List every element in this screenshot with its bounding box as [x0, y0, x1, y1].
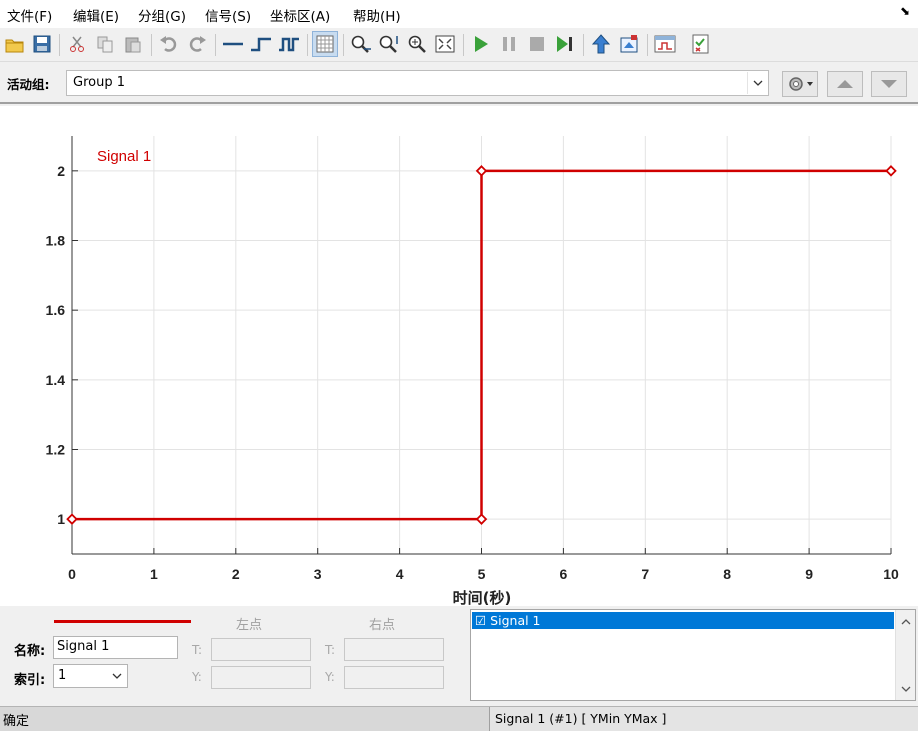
x-tick-label: 4	[396, 566, 404, 582]
signal-list[interactable]: ☑ Signal 1	[470, 609, 916, 701]
x-tick-label: 5	[478, 566, 486, 582]
chevron-down-icon[interactable]	[108, 666, 126, 686]
menu-file[interactable]: 文件(F)	[7, 5, 52, 25]
group-bar: 活动组: Group 1	[0, 64, 918, 104]
run-icon[interactable]	[468, 31, 494, 57]
signal-list-item[interactable]: ☑ Signal 1	[472, 612, 894, 629]
index-label: 索引:	[14, 673, 46, 688]
left-t-label: T:	[192, 643, 203, 657]
zoom-icon[interactable]	[404, 31, 430, 57]
menu-help[interactable]: 帮助(H)	[353, 5, 401, 25]
menu-group[interactable]: 分组(G)	[138, 5, 186, 25]
undo-icon[interactable]	[156, 31, 182, 57]
scroll-up-icon[interactable]	[896, 612, 916, 630]
signal-point-marker	[66, 513, 78, 525]
left-y-label: Y:	[192, 670, 202, 684]
signal-properties-panel: 左点 右点 名称: Signal 1 索引: 1 T: Y: T: Y: ☑ S…	[0, 606, 918, 706]
signal-point-marker	[475, 513, 488, 525]
active-group-value: Group 1	[73, 75, 125, 90]
plot-panel[interactable]: 0 1 2 3 4 5 6 7 8 9 10 1 1.2 1.4 1.6 1.8 2 Signal 1 时间(秒…	[0, 106, 918, 606]
cut-icon[interactable]	[64, 31, 90, 57]
menu-edit[interactable]: 编辑(E)	[73, 5, 119, 25]
x-tick-label: 0	[68, 566, 76, 582]
right-point-y-field[interactable]	[344, 666, 444, 689]
paste-icon[interactable]	[120, 31, 146, 57]
signal-index-value: 1	[58, 668, 67, 683]
status-signal-info: Signal 1 (#1) [ YMin YMax ]	[489, 707, 918, 731]
signal-name-value: Signal 1	[57, 639, 110, 654]
requirements-icon[interactable]	[688, 31, 714, 57]
signal-plot[interactable]: 0 1 2 3 4 5 6 7 8 9 10 1 1.2 1.4 1.6 1.8 2 Signal 1 时间(秒…	[0, 106, 918, 606]
zoom-y-icon[interactable]	[376, 31, 402, 57]
signal-name-input[interactable]: Signal 1	[53, 636, 178, 659]
active-group-label: 活动组:	[7, 77, 50, 92]
pause-icon[interactable]	[496, 31, 522, 57]
y-tick-label: 1	[57, 511, 65, 527]
status-message: 确定	[3, 714, 30, 729]
fit-view-icon[interactable]	[432, 31, 458, 57]
settings-dropdown-button[interactable]	[782, 71, 818, 97]
undock-icon[interactable]: ⬊	[900, 4, 910, 18]
redo-icon[interactable]	[184, 31, 210, 57]
status-bar: 确定 Signal 1 (#1) [ YMin YMax ]	[0, 706, 918, 731]
signal-point-marker	[885, 165, 897, 177]
save-icon[interactable]	[29, 31, 55, 57]
y-tick-label: 1.2	[46, 442, 66, 458]
x-tick-label: 10	[883, 566, 899, 582]
y-tick-label: 1.4	[46, 372, 66, 388]
x-tick-label: 6	[560, 566, 568, 582]
signal-line-style-swatch[interactable]	[54, 620, 191, 623]
export-icon[interactable]	[616, 31, 642, 57]
left-point-t-field[interactable]	[211, 638, 311, 661]
chevron-down-icon[interactable]	[747, 72, 767, 94]
update-icon[interactable]	[588, 31, 614, 57]
x-tick-label: 2	[232, 566, 240, 582]
zoom-x-icon[interactable]	[348, 31, 374, 57]
active-group-select[interactable]: Group 1	[66, 70, 769, 96]
pulse-signal-icon[interactable]	[276, 31, 302, 57]
y-tick-label: 2	[57, 163, 65, 179]
signal-index-select[interactable]: 1	[53, 664, 128, 688]
move-down-icon[interactable]	[871, 71, 907, 97]
grid-icon[interactable]	[312, 31, 338, 57]
stop-icon[interactable]	[524, 31, 550, 57]
signal-editor-window: 文件(F) 编辑(E) 分组(G) 信号(S) 坐标区(A) 帮助(H) ⬊ 活…	[0, 0, 918, 731]
x-tick-label: 3	[314, 566, 322, 582]
copy-icon[interactable]	[92, 31, 118, 57]
right-point-header: 右点	[369, 618, 396, 633]
menu-axes[interactable]: 坐标区(A)	[270, 5, 330, 25]
y-tick-label: 1.6	[46, 302, 66, 318]
name-label: 名称:	[14, 644, 46, 659]
show-signal-icon[interactable]	[652, 31, 678, 57]
scroll-down-icon[interactable]	[896, 680, 916, 698]
y-tick-label: 1.8	[46, 233, 66, 249]
signal-line	[72, 169, 891, 521]
move-up-icon[interactable]	[827, 71, 863, 97]
left-point-header: 左点	[236, 618, 263, 633]
right-y-label: Y:	[325, 670, 335, 684]
signal-point-marker	[475, 165, 488, 177]
step-signal-icon[interactable]	[248, 31, 274, 57]
signal-list-scrollbar[interactable]	[895, 610, 915, 700]
left-point-y-field[interactable]	[211, 666, 311, 689]
right-point-t-field[interactable]	[344, 638, 444, 661]
menu-bar: 文件(F) 编辑(E) 分组(G) 信号(S) 坐标区(A) 帮助(H) ⬊	[0, 0, 918, 28]
x-tick-label: 1	[150, 566, 158, 582]
x-tick-label: 7	[641, 566, 649, 582]
legend-label: Signal 1	[97, 148, 151, 165]
toolbar	[0, 28, 918, 62]
step-forward-icon[interactable]	[552, 31, 578, 57]
right-t-label: T:	[325, 643, 336, 657]
menu-signal[interactable]: 信号(S)	[205, 5, 251, 25]
open-icon[interactable]	[2, 31, 28, 57]
x-tick-label: 9	[805, 566, 813, 582]
x-axis-label: 时间(秒)	[453, 589, 512, 606]
constant-signal-icon[interactable]	[220, 31, 246, 57]
x-tick-label: 8	[723, 566, 731, 582]
